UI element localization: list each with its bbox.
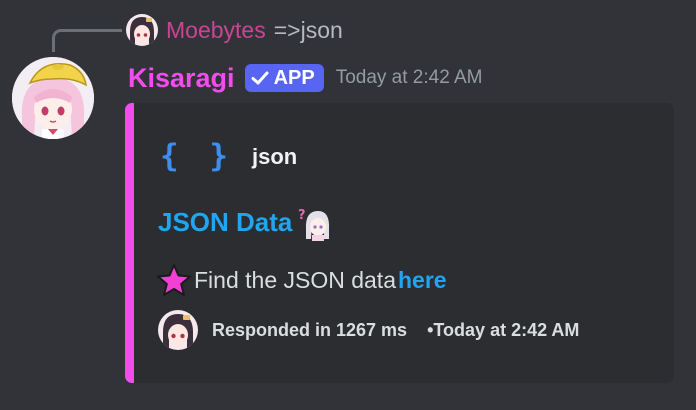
checkmark-icon [251, 71, 269, 85]
embed-title: JSON Data ? [158, 203, 332, 241]
footer-avatar [158, 310, 198, 350]
pink-star-emoji [157, 264, 191, 296]
embed-title-link[interactable]: JSON Data [158, 207, 292, 238]
footer-response-time: Responded in 1267 ms [212, 319, 408, 340]
embed-description-text: Find the JSON data [194, 266, 396, 293]
reply-username[interactable]: Moebytes [166, 17, 266, 44]
message-header: Kisaragi APP Today at 2:42 AM [128, 58, 483, 98]
app-badge: APP [244, 64, 324, 92]
embed-card: { } json JSON Data ? Find the JSON data … [125, 103, 674, 383]
bot-username[interactable]: Kisaragi [128, 63, 235, 94]
embed-footer: Responded in 1267 ms • Today at 2:42 AM [158, 310, 579, 350]
bot-avatar[interactable] [12, 57, 94, 139]
embed-description: Find the JSON data here [156, 263, 447, 297]
reply-avatar[interactable] [126, 14, 158, 46]
reply-preview[interactable]: Moebytes =>json [126, 13, 343, 47]
message-timestamp[interactable]: Today at 2:42 AM [336, 67, 483, 89]
embed-author: { } json [160, 141, 297, 172]
footer-timestamp: Today at 2:42 AM [433, 319, 580, 340]
embed-author-name: json [252, 143, 298, 169]
reply-message-text[interactable]: =>json [274, 17, 343, 44]
reply-connector-line [52, 29, 122, 52]
app-badge-label: APP [273, 66, 315, 89]
svg-text:?: ? [298, 208, 306, 223]
anime-girl-question-emoji: ? [298, 208, 330, 241]
embed-here-link[interactable]: here [398, 267, 447, 294]
curly-braces-icon: { } [160, 138, 234, 174]
